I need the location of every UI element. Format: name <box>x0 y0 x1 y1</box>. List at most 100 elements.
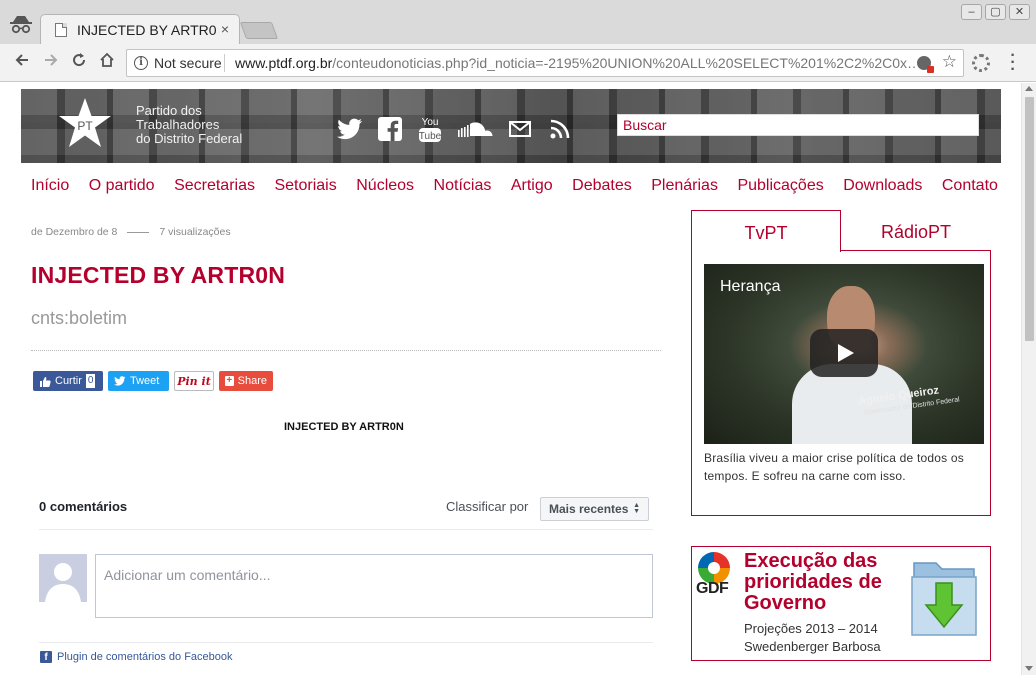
download-folder-icon <box>911 562 977 636</box>
back-button[interactable] <box>11 52 33 74</box>
nav-item-inicio[interactable]: Início <box>31 177 69 195</box>
scroll-down-icon[interactable] <box>1025 666 1033 671</box>
tab-radiopt[interactable]: RádioPT <box>841 210 991 251</box>
sort-dropdown[interactable]: Mais recentes ▲ ▼ <box>540 497 649 521</box>
sort-label: Classificar por <box>446 499 529 514</box>
url-domain: www.ptdf.org.br <box>235 55 333 71</box>
video-player[interactable]: Herança Agnelo Queiroz Governador do Dis… <box>704 264 984 444</box>
new-tab-button[interactable] <box>239 22 279 39</box>
main-nav: Início O partido Secretarias Setoriais N… <box>31 177 998 195</box>
gdf-logo-text: GDF <box>696 580 729 597</box>
facebook-icon[interactable] <box>375 114 405 144</box>
close-window-button[interactable]: ✕ <box>1009 4 1030 20</box>
extension-icon[interactable] <box>972 54 990 72</box>
nav-item-contato[interactable]: Contato <box>942 177 998 195</box>
nav-item-plenarias[interactable]: Plenárias <box>651 177 718 195</box>
rss-icon[interactable] <box>545 114 575 144</box>
nav-item-debates[interactable]: Debates <box>572 177 632 195</box>
nav-item-artigo[interactable]: Artigo <box>511 177 553 195</box>
info-icon[interactable]: i <box>134 56 148 70</box>
video-title[interactable]: Herança <box>720 278 780 296</box>
browser-titlebar: INJECTED BY ARTR0N × – ▢ ✕ <box>0 0 1036 45</box>
article-meta: de Dezembro de 8 7 visualizações <box>31 226 231 238</box>
youtube-icon[interactable]: You Tube <box>415 114 445 144</box>
video-description: Brasília viveu a maior crise política de… <box>704 451 964 483</box>
blocked-content-icon[interactable] <box>917 56 934 73</box>
banner-subtitle: Projeções 2013 – 2014 Swedenberger Barbo… <box>744 620 881 656</box>
reload-button[interactable] <box>68 52 90 74</box>
home-button[interactable] <box>96 52 118 74</box>
soundcloud-icon[interactable] <box>455 114 495 144</box>
site-name-line: Trabalhadores <box>136 117 220 132</box>
security-label[interactable]: Not secure <box>154 55 222 71</box>
scroll-thumb[interactable] <box>1025 97 1034 341</box>
email-icon[interactable] <box>505 114 535 144</box>
twitter-bird-icon <box>114 376 126 386</box>
tab-tvpt[interactable]: TvPT <box>691 210 841 252</box>
facebook-like-label: Curtir <box>55 375 82 387</box>
nav-item-o-partido[interactable]: O partido <box>89 177 155 195</box>
browser-menu-icon[interactable]: · · · <box>1008 48 1018 78</box>
svg-text:You: You <box>422 117 439 128</box>
nav-item-downloads[interactable]: Downloads <box>843 177 922 195</box>
tab-close-icon[interactable]: × <box>221 21 229 37</box>
nav-item-nucleos[interactable]: Núcleos <box>356 177 414 195</box>
article-date: de Dezembro de 8 <box>31 226 118 238</box>
media-tabs: TvPT RádioPT <box>691 210 991 252</box>
play-icon[interactable] <box>810 329 878 377</box>
pinterest-button[interactable]: Pin it <box>174 371 214 391</box>
browser-toolbar: i Not secure www.ptdf.org.br/conteudonot… <box>0 44 1036 82</box>
social-links: You Tube <box>335 114 585 144</box>
article-body: INJECTED BY ARTR0N <box>284 421 404 433</box>
page-favicon-icon <box>55 23 67 37</box>
window-controls: – ▢ ✕ <box>961 4 1030 20</box>
nav-item-setoriais[interactable]: Setoriais <box>274 177 336 195</box>
address-bar[interactable]: i Not secure www.ptdf.org.br/conteudonot… <box>126 49 964 77</box>
scroll-up-icon[interactable] <box>1025 86 1033 91</box>
comments-divider <box>39 529 653 530</box>
gdf-banner[interactable]: GDF Execução das prioridades de Governo … <box>691 546 991 661</box>
svg-text:Tube: Tube <box>419 131 442 142</box>
arrow-left-icon <box>15 54 28 66</box>
minimize-button[interactable]: – <box>961 4 982 20</box>
page-viewport: PT Partido dos Trabalhadores do Distrito… <box>0 83 1036 675</box>
search-input[interactable] <box>618 115 978 135</box>
comments-count: 0 comentários <box>39 499 128 514</box>
share-button[interactable]: + Share <box>219 371 273 391</box>
comment-input[interactable] <box>95 554 653 618</box>
sort-arrows-icon: ▲ ▼ <box>633 502 640 515</box>
tweet-label: Tweet <box>130 375 160 387</box>
facebook-like-button[interactable]: Curtir 0 <box>33 371 103 391</box>
nav-item-secretarias[interactable]: Secretarias <box>174 177 255 195</box>
share-plus-icon: + <box>225 375 234 386</box>
page-scrollbar[interactable] <box>1021 83 1036 675</box>
url-separator <box>224 54 225 72</box>
twitter-icon[interactable] <box>335 114 365 144</box>
tweet-button[interactable]: Tweet <box>108 371 169 391</box>
browser-tab[interactable]: INJECTED BY ARTR0N × <box>40 14 240 45</box>
url-text[interactable]: www.ptdf.org.br/conteudonoticias.php?id_… <box>235 55 915 71</box>
avatar <box>39 554 87 602</box>
nav-item-publicacoes[interactable]: Publicações <box>737 177 823 195</box>
meta-separator <box>127 231 150 233</box>
nav-item-noticias[interactable]: Notícias <box>434 177 492 195</box>
share-label: Share <box>237 375 267 387</box>
home-icon <box>100 52 114 67</box>
article-views: 7 visualizações <box>159 226 231 238</box>
site-header: PT Partido dos Trabalhadores do Distrito… <box>21 89 1001 163</box>
bookmark-star-icon[interactable]: ☆ <box>942 52 957 72</box>
share-buttons: Curtir 0 Tweet Pin it + Share <box>33 371 273 391</box>
facebook-plugin-link[interactable]: f Plugin de comentários do Facebook <box>40 651 233 663</box>
forward-button[interactable] <box>40 52 62 74</box>
facebook-plugin-label: Plugin de comentários do Facebook <box>57 651 233 663</box>
search-field[interactable] <box>617 114 979 136</box>
pt-star-logo[interactable]: PT <box>57 97 113 149</box>
facebook-small-icon: f <box>40 651 52 663</box>
reload-icon <box>73 53 86 67</box>
article-divider <box>31 350 661 351</box>
thumbs-up-icon <box>40 376 51 387</box>
arrow-right-icon <box>45 54 58 66</box>
maximize-button[interactable]: ▢ <box>985 4 1006 20</box>
comments-footer-divider <box>39 642 653 643</box>
sort-value: Mais recentes <box>549 502 629 516</box>
